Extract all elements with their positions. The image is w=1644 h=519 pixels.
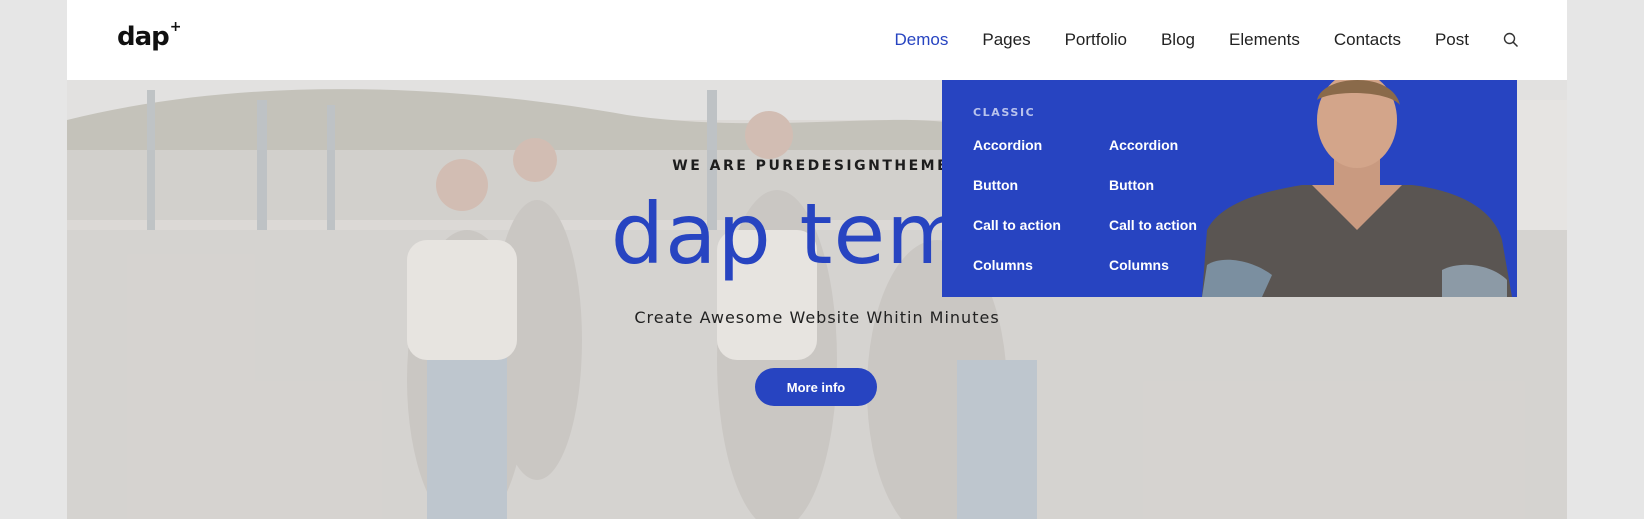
nav-contacts[interactable]: Contacts: [1334, 30, 1401, 50]
search-icon[interactable]: [1503, 32, 1519, 48]
nav-elements[interactable]: Elements: [1229, 30, 1300, 50]
nav-pages[interactable]: Pages: [982, 30, 1030, 50]
menu-link-button[interactable]: Button: [973, 177, 1061, 217]
mega-menu-column-1: Accordion Button Call to action Columns: [973, 137, 1061, 297]
nav-portfolio[interactable]: Portfolio: [1065, 30, 1127, 50]
nav-demos[interactable]: Demos: [895, 30, 949, 50]
menu-link-columns[interactable]: Columns: [1109, 257, 1197, 297]
logo-text: dap: [117, 22, 170, 52]
main-nav: Demos Pages Portfolio Blog Elements Cont…: [895, 0, 1567, 80]
hero-subtitle: Create Awesome Website Whitin Minutes: [634, 308, 1000, 327]
mega-menu-column-2: Accordion Button Call to action Columns: [1109, 137, 1197, 297]
logo[interactable]: dap+: [117, 19, 182, 52]
menu-link-call-to-action[interactable]: Call to action: [973, 217, 1061, 257]
menu-link-columns[interactable]: Columns: [973, 257, 1061, 297]
demos-mega-menu: CLASSIC Accordion Button Call to action …: [942, 80, 1517, 297]
menu-link-call-to-action[interactable]: Call to action: [1109, 217, 1197, 257]
nav-blog[interactable]: Blog: [1161, 30, 1195, 50]
logo-mark: +: [169, 19, 182, 36]
menu-link-button[interactable]: Button: [1109, 177, 1197, 217]
nav-post[interactable]: Post: [1435, 30, 1469, 50]
menu-link-accordion[interactable]: Accordion: [973, 137, 1061, 177]
more-info-button[interactable]: More info: [755, 368, 877, 406]
mega-menu-section-title: CLASSIC: [973, 106, 1036, 119]
menu-link-accordion[interactable]: Accordion: [1109, 137, 1197, 177]
page-frame: dap+ Demos Pages Portfolio Blog Elements…: [67, 0, 1567, 519]
site-header: dap+ Demos Pages Portfolio Blog Elements…: [67, 0, 1567, 80]
mega-menu-promo-image: [1202, 80, 1512, 297]
